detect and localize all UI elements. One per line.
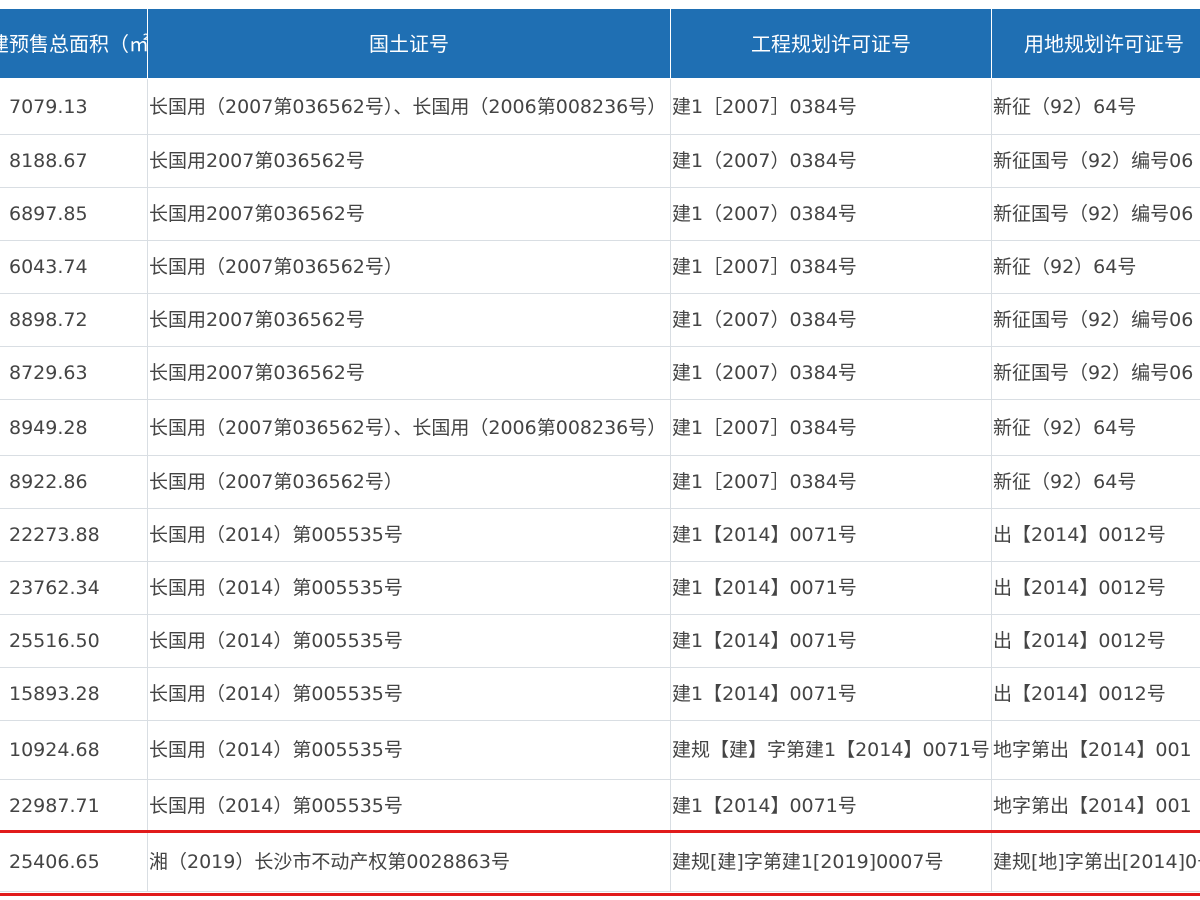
column-header-land-cert-label: 国土证号 [369, 31, 449, 56]
table-row: 6043.74 长国用（2007第036562号） 建1［2007］0384号 … [0, 240, 1200, 294]
cell-land-permit: 地字第出【2014】001 [991, 720, 1200, 780]
cell-land-cert: 长国用（2007第036562号）、长国用（2006第008236号） [147, 78, 671, 135]
cell-area: 8898.72 [0, 293, 148, 347]
column-header-land-permit: 用地规划许可证号 [991, 8, 1200, 79]
cell-eng-permit: 建规[建]字第建1[2019]0007号 [670, 832, 992, 892]
cell-area: 8949.28 [0, 399, 148, 456]
cell-land-permit: 新征（92）64号 [991, 455, 1200, 509]
cell-eng-permit: 建1（2007）0384号 [670, 346, 992, 400]
table-header-row: 建预售总面积（㎡） 国土证号 工程规划许可证号 用地规划许可证号 [0, 8, 1200, 79]
cell-land-cert: 长国用（2014）第005535号 [147, 508, 671, 562]
cell-land-permit: 建规[地]字第出[2014]0号 [991, 832, 1200, 892]
cell-area: 15893.28 [0, 667, 148, 721]
cell-land-cert: 长国用2007第036562号 [147, 346, 671, 400]
column-header-presale-area: 建预售总面积（㎡） [0, 8, 148, 79]
table-row: 25516.50 长国用（2014）第005535号 建1【2014】0071号… [0, 614, 1200, 668]
table-row: 6897.85 长国用2007第036562号 建1（2007）0384号 新征… [0, 187, 1200, 241]
cell-land-cert: 长国用（2014）第005535号 [147, 614, 671, 668]
cell-land-permit: 新征国号（92）编号06 [991, 187, 1200, 241]
table-viewport: 建预售总面积（㎡） 国土证号 工程规划许可证号 用地规划许可证号 7079.13… [0, 0, 1200, 900]
table-row: 22273.88 长国用（2014）第005535号 建1【2014】0071号… [0, 508, 1200, 562]
cell-area: 23762.34 [0, 561, 148, 615]
cell-eng-permit: 建1［2007］0384号 [670, 399, 992, 456]
cell-land-cert: 长国用2007第036562号 [147, 187, 671, 241]
table-row: 22987.71 长国用（2014）第005535号 建1【2014】0071号… [0, 779, 1200, 833]
cell-land-permit: 出【2014】0012号 [991, 614, 1200, 668]
cell-land-permit: 新征国号（92）编号06 [991, 293, 1200, 347]
cell-eng-permit: 建1（2007）0384号 [670, 134, 992, 188]
cell-land-cert: 长国用（2014）第005535号 [147, 720, 671, 780]
cell-area: 6043.74 [0, 240, 148, 294]
table-row: 23762.34 长国用（2014）第005535号 建1【2014】0071号… [0, 561, 1200, 615]
cell-land-cert: 长国用（2007第036562号） [147, 240, 671, 294]
cell-land-permit: 新征（92）64号 [991, 240, 1200, 294]
cell-eng-permit: 建1［2007］0384号 [670, 240, 992, 294]
table-row: 8898.72 长国用2007第036562号 建1（2007）0384号 新征… [0, 293, 1200, 347]
cell-eng-permit: 建1［2007］0384号 [670, 78, 992, 135]
cell-land-permit: 新征国号（92）编号06 [991, 134, 1200, 188]
table-row: 8949.28 长国用（2007第036562号）、长国用（2006第00823… [0, 399, 1200, 456]
table-row: 10924.68 长国用（2014）第005535号 建规【建】字第建1【201… [0, 720, 1200, 780]
cell-land-cert: 长国用（2014）第005535号 [147, 561, 671, 615]
table-row-highlighted: 25406.65 湘（2019）长沙市不动产权第0028863号 建规[建]字第… [0, 832, 1200, 892]
cell-land-cert: 长国用（2007第036562号） [147, 455, 671, 509]
cell-land-permit: 新征国号（92）编号06 [991, 346, 1200, 400]
column-header-eng-permit-label: 工程规划许可证号 [751, 31, 911, 56]
cell-land-permit: 出【2014】0012号 [991, 508, 1200, 562]
cell-area: 8188.67 [0, 134, 148, 188]
cell-land-permit: 出【2014】0012号 [991, 561, 1200, 615]
cell-eng-permit: 建规【建】字第建1【2014】0071号 [670, 720, 992, 780]
cell-land-permit: 新征（92）64号 [991, 78, 1200, 135]
column-header-presale-area-label: 建预售总面积（㎡） [0, 31, 148, 56]
cell-area: 22273.88 [0, 508, 148, 562]
table-row: 8922.86 长国用（2007第036562号） 建1［2007］0384号 … [0, 455, 1200, 509]
column-header-land-permit-label: 用地规划许可证号 [1024, 31, 1184, 56]
table-row: 8729.63 长国用2007第036562号 建1（2007）0384号 新征… [0, 346, 1200, 400]
cell-eng-permit: 建1【2014】0071号 [670, 614, 992, 668]
cell-eng-permit: 建1【2014】0071号 [670, 561, 992, 615]
cell-land-cert: 长国用2007第036562号 [147, 293, 671, 347]
presale-permit-table: 建预售总面积（㎡） 国土证号 工程规划许可证号 用地规划许可证号 7079.13… [0, 8, 1200, 892]
column-header-land-cert: 国土证号 [147, 8, 671, 79]
cell-land-cert: 长国用（2014）第005535号 [147, 779, 671, 833]
cell-area: 10924.68 [0, 720, 148, 780]
cell-area: 7079.13 [0, 78, 148, 135]
table-row: 8188.67 长国用2007第036562号 建1（2007）0384号 新征… [0, 134, 1200, 188]
cell-land-permit: 新征（92）64号 [991, 399, 1200, 456]
cell-area: 22987.71 [0, 779, 148, 833]
cell-land-cert: 长国用（2007第036562号）、长国用（2006第008236号） [147, 399, 671, 456]
cell-eng-permit: 建1（2007）0384号 [670, 293, 992, 347]
cell-area: 6897.85 [0, 187, 148, 241]
cell-area: 25516.50 [0, 614, 148, 668]
cell-eng-permit: 建1【2014】0071号 [670, 667, 992, 721]
cell-land-cert: 长国用（2014）第005535号 [147, 667, 671, 721]
cell-area: 8729.63 [0, 346, 148, 400]
cell-eng-permit: 建1（2007）0384号 [670, 187, 992, 241]
cell-eng-permit: 建1【2014】0071号 [670, 508, 992, 562]
table-row: 15893.28 长国用（2014）第005535号 建1【2014】0071号… [0, 667, 1200, 721]
cell-land-cert: 湘（2019）长沙市不动产权第0028863号 [147, 832, 671, 892]
column-header-eng-permit: 工程规划许可证号 [670, 8, 992, 79]
cell-eng-permit: 建1［2007］0384号 [670, 455, 992, 509]
cell-area: 8922.86 [0, 455, 148, 509]
table-row: 7079.13 长国用（2007第036562号）、长国用（2006第00823… [0, 78, 1200, 135]
cell-eng-permit: 建1【2014】0071号 [670, 779, 992, 833]
cell-area: 25406.65 [0, 832, 148, 892]
cell-land-cert: 长国用2007第036562号 [147, 134, 671, 188]
cell-land-permit: 出【2014】0012号 [991, 667, 1200, 721]
cell-land-permit: 地字第出【2014】001 [991, 779, 1200, 833]
